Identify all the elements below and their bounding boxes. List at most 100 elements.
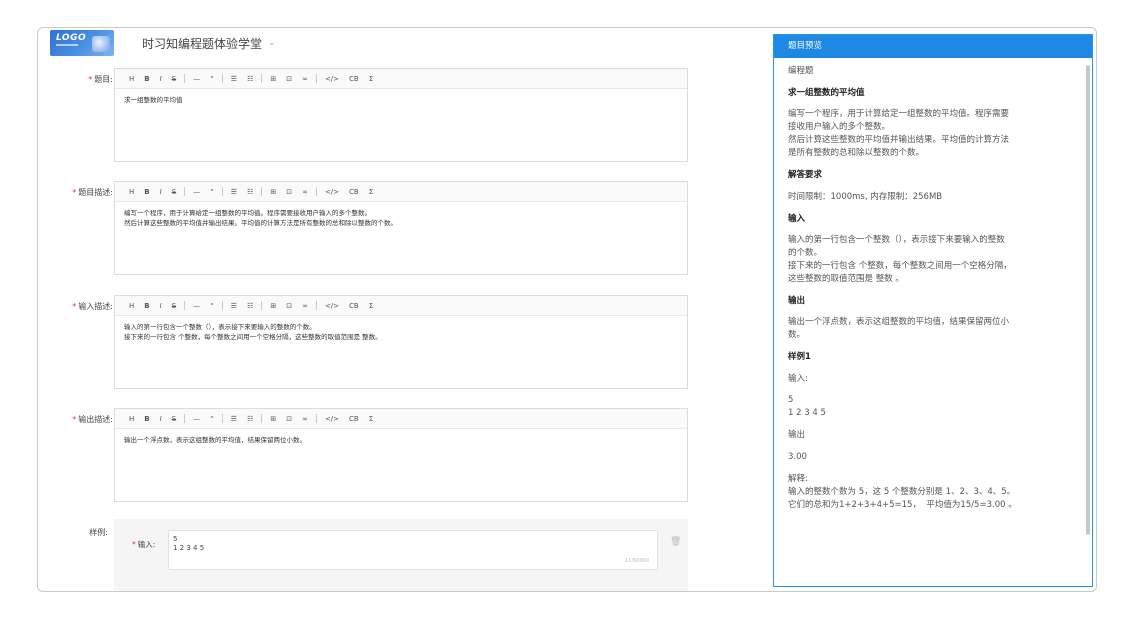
output-desc-label: * 输出描述: — [72, 415, 113, 424]
preview-body[interactable]: 编程题 求一组整数的平均值 编写一个程序，用于计算给定一组整数的平均值。程序需要… — [774, 58, 1088, 586]
codeblock-button[interactable]: CB — [344, 302, 364, 310]
preview-sample-heading: 样例1 — [788, 352, 811, 362]
toolbar-separator — [184, 301, 186, 310]
ul-button[interactable]: ☰ — [226, 302, 242, 310]
quote-button[interactable]: “ — [205, 188, 219, 196]
bold-button[interactable]: B — [139, 302, 154, 310]
heading-button[interactable]: H — [124, 75, 139, 83]
link-button[interactable]: ∞ — [297, 75, 313, 83]
table-button[interactable]: ⊞ — [265, 415, 281, 423]
italic-button[interactable]: I — [155, 415, 167, 423]
ul-button[interactable]: ☰ — [226, 188, 242, 196]
italic-button[interactable]: I — [155, 302, 167, 310]
image-button[interactable]: ⊡ — [281, 75, 297, 83]
formula-button[interactable]: Σ — [364, 75, 378, 83]
heading-button[interactable]: H — [124, 188, 139, 196]
image-button[interactable]: ⊡ — [281, 188, 297, 196]
code-button[interactable]: </> — [320, 302, 344, 310]
bold-button[interactable]: B — [139, 415, 154, 423]
table-button[interactable]: ⊞ — [265, 302, 281, 310]
description-toolbar: H B I S — “ ☰ ☷ ⊞ ⊡ ∞ </> CB Σ — [115, 182, 687, 202]
strike-button[interactable]: S — [167, 415, 181, 423]
toolbar-separator — [221, 187, 223, 196]
output-desc-toolbar: H B I S — “ ☰ ☷ ⊞ ⊡ ∞ </> CB Σ — [115, 409, 687, 429]
preview-type: 编程题 — [788, 66, 814, 76]
hr-button[interactable]: — — [188, 188, 205, 196]
chevron-down-icon: ⌄ — [268, 38, 276, 48]
site-title-dropdown[interactable]: 时习知编程题体验学堂 ⌄ — [142, 35, 276, 52]
link-button[interactable]: ∞ — [297, 188, 313, 196]
strike-button[interactable]: S — [167, 188, 181, 196]
code-button[interactable]: </> — [320, 415, 344, 423]
preview-input-heading: 输入 — [788, 214, 806, 224]
title-editor[interactable]: H B I S — “ ☰ ☷ ⊞ ⊡ ∞ </> CB Σ 求一组整数的平均值 — [114, 68, 688, 162]
image-button[interactable]: ⊡ — [281, 415, 297, 423]
link-button[interactable]: ∞ — [297, 302, 313, 310]
heading-button[interactable]: H — [124, 415, 139, 423]
input-desc-label: * 输入描述: — [72, 302, 113, 311]
bold-button[interactable]: B — [139, 188, 154, 196]
app-frame: LOGO 时习知编程题体验学堂 ⌄ * 题目: H B I S — “☰ ☷ ⊞ ⊡ ∞ </> CB Σ… — [37, 27, 1097, 592]
codeblock-button[interactable]: CB — [344, 75, 364, 83]
formula-button[interactable]: Σ — [364, 188, 378, 196]
toolbar-separator — [221, 301, 223, 310]
input-desc-editor[interactable]: H B I S — “ ☰ ☷ ⊞ ⊡ ∞ </> CB Σ 输入的第一行包含一个整数（），表示接下来要输… — [114, 295, 688, 389]
output-desc-editor-content[interactable]: 输出一个浮点数，表示这组整数的平均值，结果保留两位小数。 — [115, 429, 687, 451]
italic-button[interactable]: I — [155, 75, 167, 83]
table-button[interactable]: ⊞ — [265, 188, 281, 196]
quote-button[interactable]: “ — [205, 75, 219, 83]
header: LOGO 时习知编程题体验学堂 ⌄ — [50, 30, 276, 56]
toolbar-separator — [221, 414, 223, 423]
output-desc-editor[interactable]: H B I S — “ ☰ ☷ ⊞ ⊡ ∞ </> CB Σ 输出一个浮点数，表示这组整数的平均值，结果保… — [114, 408, 688, 502]
trash-icon[interactable]: 🗑 — [670, 537, 681, 547]
ul-button[interactable]: ☰ — [226, 75, 242, 83]
ol-button[interactable]: ☷ — [242, 302, 258, 310]
toolbar-separator — [261, 301, 263, 310]
description-label: * 题目描述: — [72, 188, 113, 197]
title-row: * 题目: H B I S — “ ☰ ☷ ⊞ ⊡ ∞ </> CB Σ 求一组整数的平均值 — [38, 68, 698, 164]
preview-panel: 题目预览 编程题 求一组整数的平均值 编写一个程序，用于计算给定一组整数的平均值… — [773, 34, 1093, 587]
hr-button[interactable]: — — [188, 75, 205, 83]
ol-button[interactable]: ☷ — [242, 188, 258, 196]
sample-input-field[interactable]: 5 1 2 3 4 5 11/50000 — [168, 530, 658, 570]
ol-button[interactable]: ☷ — [242, 75, 258, 83]
preview-input-text: 输入的第一行包含一个整数（），表示接下来要输入的整数 的个数。 接下来的一行包含… — [788, 235, 1012, 284]
toolbar-separator — [315, 414, 317, 423]
preview-limits: 时间限制：1000ms, 内存限制：256MB — [788, 192, 943, 202]
italic-button[interactable]: I — [155, 188, 167, 196]
description-editor[interactable]: H B I S — “ ☰ ☷ ⊞ ⊡ ∞ </> CB Σ 编写一个程序，用于计算给定一组整数的平均值。… — [114, 181, 688, 275]
preview-output-heading: 输出 — [788, 296, 806, 306]
codeblock-button[interactable]: CB — [344, 415, 364, 423]
title-editor-content[interactable]: 求一组整数的平均值 — [115, 89, 687, 111]
ul-button[interactable]: ☰ — [226, 415, 242, 423]
preview-scrollbar[interactable] — [1086, 65, 1090, 535]
hr-button[interactable]: — — [188, 302, 205, 310]
bold-button[interactable]: B — [139, 75, 154, 83]
codeblock-button[interactable]: CB — [344, 188, 364, 196]
hr-button[interactable]: — — [188, 415, 205, 423]
toolbar-separator — [184, 187, 186, 196]
code-button[interactable]: </> — [320, 188, 344, 196]
preview-explain-text: 输入的整数个数为 5，这 5 个整数分别是 1、2、3、4、5。 它们的总和为1… — [788, 487, 1017, 510]
description-editor-content[interactable]: 编写一个程序，用于计算给定一组整数的平均值。程序需要接收用户输入的多个整数。 然… — [115, 202, 687, 234]
heading-button[interactable]: H — [124, 302, 139, 310]
logo-graphic — [92, 36, 110, 52]
formula-button[interactable]: Σ — [364, 415, 378, 423]
sample-input-label: * 输入: — [132, 540, 156, 549]
formula-button[interactable]: Σ — [364, 302, 378, 310]
quote-button[interactable]: “ — [205, 302, 219, 310]
image-button[interactable]: ⊡ — [281, 302, 297, 310]
strike-button[interactable]: S — [167, 302, 181, 310]
table-button[interactable]: ⊞ — [265, 75, 281, 83]
preview-title: 求一组整数的平均值 — [788, 88, 865, 98]
input-desc-editor-content[interactable]: 输入的第一行包含一个整数（），表示接下来要输入的整数的个数。 接下来的一行包含 … — [115, 316, 687, 348]
toolbar-separator — [184, 74, 186, 83]
toolbar-separator — [261, 74, 263, 83]
strike-button[interactable]: S — [167, 75, 181, 83]
code-button[interactable]: </> — [320, 75, 344, 83]
quote-button[interactable]: “ — [205, 415, 219, 423]
preview-req-heading: 解答要求 — [788, 170, 823, 180]
ol-button[interactable]: ☷ — [242, 415, 258, 423]
link-button[interactable]: ∞ — [297, 415, 313, 423]
input-desc-toolbar: H B I S — “ ☰ ☷ ⊞ ⊡ ∞ </> CB Σ — [115, 296, 687, 316]
